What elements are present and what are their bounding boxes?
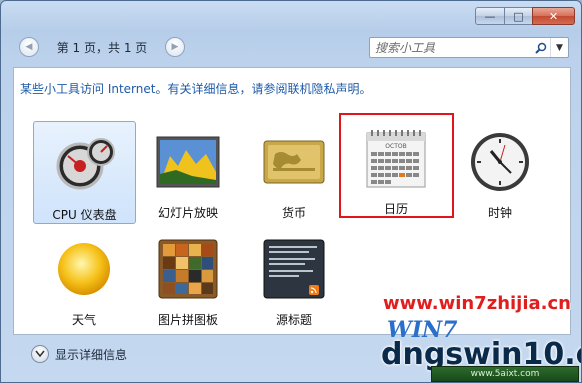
- search-dropdown-icon[interactable]: ▼: [550, 38, 568, 57]
- gadget-weather[interactable]: 天气: [34, 228, 134, 328]
- watermark-site: www.win7zhijia.cn: [383, 293, 571, 314]
- picture-puzzle-icon: [153, 234, 223, 303]
- close-button[interactable]: ✕: [532, 7, 575, 25]
- gadget-label: 时钟: [487, 206, 512, 220]
- search-input[interactable]: [370, 38, 532, 57]
- privacy-notice[interactable]: 某些小工具访问 Internet。有关详细信息，请参阅联机隐私声明。: [20, 80, 371, 97]
- minimize-button[interactable]: —: [475, 7, 505, 25]
- show-details-toggle[interactable]: 显示详细信息: [31, 345, 127, 363]
- maximize-button[interactable]: □: [505, 7, 532, 25]
- gadget-label: 源标题: [275, 313, 312, 327]
- feed-headlines-icon: [259, 234, 329, 303]
- next-page-button[interactable]: ▶: [165, 37, 185, 57]
- gadget-slideshow[interactable]: 幻灯片放映: [138, 121, 238, 221]
- currency-icon: [259, 127, 329, 196]
- cpu-meter-icon: [50, 128, 120, 198]
- weather-icon: [49, 234, 119, 303]
- gadget-cpu-meter[interactable]: CPU 仪表盘: [33, 121, 136, 224]
- toolbar: ◀ 第 1 页，共 1 页 ▶ ▼: [13, 34, 569, 60]
- gadget-clock[interactable]: 时钟: [450, 121, 550, 221]
- prev-page-button[interactable]: ◀: [19, 37, 39, 57]
- slideshow-icon: [153, 127, 223, 196]
- gadget-label: 天气: [71, 313, 96, 327]
- caption-buttons: — □ ✕: [475, 7, 575, 25]
- red-highlight-box: [339, 113, 454, 218]
- gadget-picture-puzzle[interactable]: 图片拼图板: [138, 228, 238, 328]
- gadget-label: 货币: [281, 206, 306, 220]
- chevron-down-icon[interactable]: [31, 345, 49, 363]
- watermark-bar: www.5aixt.com: [431, 366, 579, 382]
- search-icon[interactable]: [532, 42, 550, 54]
- gadget-gallery-window: — □ ✕ ◀ 第 1 页，共 1 页 ▶ ▼ 某些小工具访问 Internet…: [0, 0, 582, 383]
- pager: ◀ 第 1 页，共 1 页 ▶: [19, 36, 185, 58]
- gadget-label: 图片拼图板: [157, 313, 218, 327]
- gadget-label: 幻灯片放映: [157, 206, 218, 220]
- gadget-feed-headlines[interactable]: 源标题: [244, 228, 344, 328]
- show-details-label[interactable]: 显示详细信息: [55, 346, 127, 363]
- gadget-label: CPU 仪表盘: [52, 208, 117, 222]
- page-indicator: 第 1 页，共 1 页: [56, 40, 148, 55]
- search-box: ▼: [369, 37, 569, 58]
- clock-icon: [465, 127, 535, 196]
- gadget-currency[interactable]: 货币: [244, 121, 344, 221]
